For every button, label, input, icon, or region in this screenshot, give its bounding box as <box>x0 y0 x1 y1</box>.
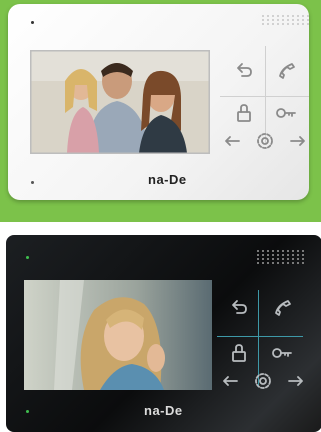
family-portrait-image <box>31 51 209 153</box>
status-led-bottom <box>26 410 29 413</box>
speaker-grille <box>257 250 305 264</box>
back-icon[interactable] <box>232 58 256 82</box>
key-icon[interactable] <box>274 101 298 125</box>
keypad-divider-horizontal <box>217 336 303 337</box>
intercom-monitor-black: na-De <box>6 235 321 432</box>
intercom-monitor-white: na-De <box>8 4 309 200</box>
status-led-bottom <box>31 181 34 184</box>
left-arrow-icon[interactable] <box>218 369 242 393</box>
left-arrow-icon[interactable] <box>220 129 244 153</box>
brand-logo: na-De <box>148 172 187 187</box>
phone-icon[interactable] <box>270 295 294 319</box>
right-arrow-icon[interactable] <box>284 369 308 393</box>
status-led <box>31 21 34 24</box>
white-gap <box>0 222 321 236</box>
right-arrow-icon[interactable] <box>286 129 309 153</box>
gear-icon[interactable] <box>253 129 277 153</box>
woman-portrait-image <box>24 280 212 390</box>
back-icon[interactable] <box>227 295 251 319</box>
keypad-divider-horizontal <box>220 96 309 97</box>
gear-icon[interactable] <box>251 369 275 393</box>
phone-icon[interactable] <box>274 58 298 82</box>
lock-icon[interactable] <box>227 341 251 365</box>
status-led <box>26 256 29 259</box>
lock-icon[interactable] <box>232 101 256 125</box>
video-screen <box>24 280 212 390</box>
video-screen <box>30 50 210 154</box>
brand-logo: na-De <box>144 403 183 418</box>
speaker-grille <box>262 15 309 25</box>
key-icon[interactable] <box>270 341 294 365</box>
